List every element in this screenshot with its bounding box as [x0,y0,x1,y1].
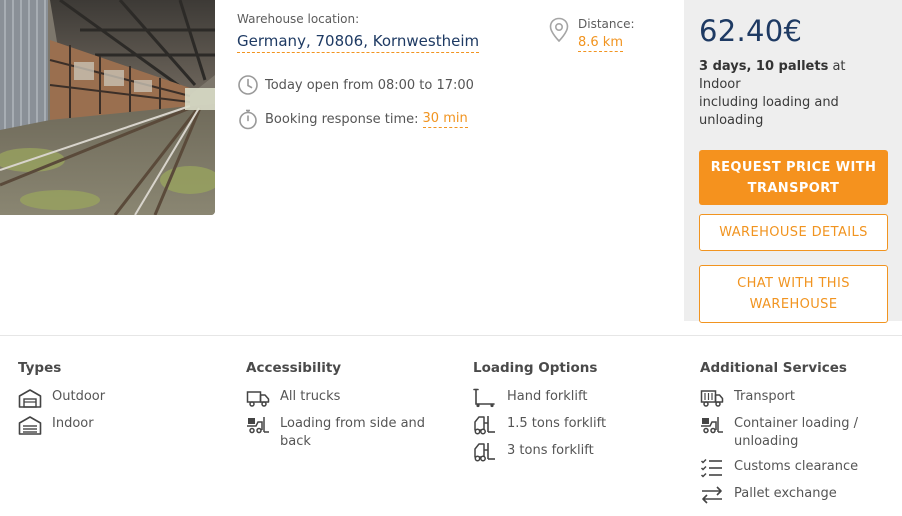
feature-label: Indoor [52,416,94,431]
types-column: Types Outdoor Indoor [18,360,233,442]
distance-label: Distance: [578,17,635,31]
warehouse-photo [0,0,215,215]
request-price-button[interactable]: REQUEST PRICE WITH TRANSPORT [699,150,888,205]
opening-hours-text: Today open from 08:00 to 17:00 [265,77,474,93]
feature-item: Hand forklift [473,388,673,408]
exchange-arrows-icon [702,486,722,504]
indoor-warehouse-icon [18,416,42,435]
location-pin-icon [549,17,569,43]
distance: Distance: 8.6 km [548,17,635,52]
feature-label: Transport [734,389,796,404]
feature-item: Loading from side and back [246,415,446,451]
loading-options-title: Loading Options [473,360,598,376]
warehouse-details-button[interactable]: WAREHOUSE DETAILS [699,214,888,251]
truck-icon [700,390,724,407]
feature-label: All trucks [280,389,341,404]
accessibility-column: Accessibility All trucks Loading from si… [246,360,446,458]
price-desc-type: Indoor [699,77,741,92]
clock-icon [238,75,258,95]
feature-item: Transport [700,388,895,408]
feature-item: Container loading / unloading [700,415,895,451]
feature-label: 3 tons forklift [507,443,594,458]
forklift-icon [474,416,495,435]
feature-item: All trucks [246,388,446,408]
feature-label: Pallet exchange [734,486,837,501]
price-desc-rest: including loading and unloading [699,95,839,128]
price-desc-duration: 3 days, 10 pallets [699,59,829,74]
warehouse-info: Warehouse location: Germany, 70806, Korn… [237,12,480,130]
feature-item: Indoor [18,415,233,435]
loading-options-column: Loading Options Hand forklift 1.5 tons f… [473,360,673,469]
feature-item: Customs clearance [700,458,895,478]
additional-services-title: Additional Services [700,360,847,376]
price-panel: 62.40€ 3 days, 10 pallets at Indoor incl… [684,0,902,323]
forklift-loading-icon [701,417,723,434]
booking-response: Booking response time: 30 min [237,108,468,130]
price-description: 3 days, 10 pallets at Indoor including l… [699,58,888,130]
feature-item: 1.5 tons forklift [473,415,673,435]
feature-item: 3 tons forklift [473,442,673,462]
location-link[interactable]: Germany, 70806, Kornwestheim [237,32,480,53]
stopwatch-icon [239,109,257,130]
distance-value: 8.6 km [578,35,623,52]
accessibility-title: Accessibility [246,360,342,376]
types-title: Types [18,360,62,376]
feature-item: Outdoor [18,388,233,408]
opening-hours: Today open from 08:00 to 17:00 [237,74,474,96]
feature-label: Customs clearance [734,459,859,474]
feature-label: Loading from side and back [280,416,426,449]
forklift-loading-icon [247,417,269,434]
booking-response-label: Booking response time: [265,111,419,127]
checklist-icon [700,458,722,478]
additional-services-column: Additional Services Transport Container … [700,360,895,512]
outdoor-shed-icon [18,389,42,408]
feature-label: Container loading / unloading [734,416,859,449]
feature-label: 1.5 tons forklift [507,416,607,431]
price: 62.40€ [699,14,803,48]
feature-item: Pallet exchange [700,485,895,505]
truck-icon [246,391,270,407]
hand-forklift-icon [473,388,495,408]
section-divider [0,335,902,336]
location-label: Warehouse location: [237,12,360,26]
feature-label: Outdoor [52,389,106,404]
forklift-icon [474,443,495,462]
price-desc-at: at [828,59,846,74]
booking-response-value: 30 min [422,110,468,128]
chat-warehouse-button[interactable]: CHAT WITH THIS WAREHOUSE [699,265,888,323]
feature-label: Hand forklift [507,389,588,404]
